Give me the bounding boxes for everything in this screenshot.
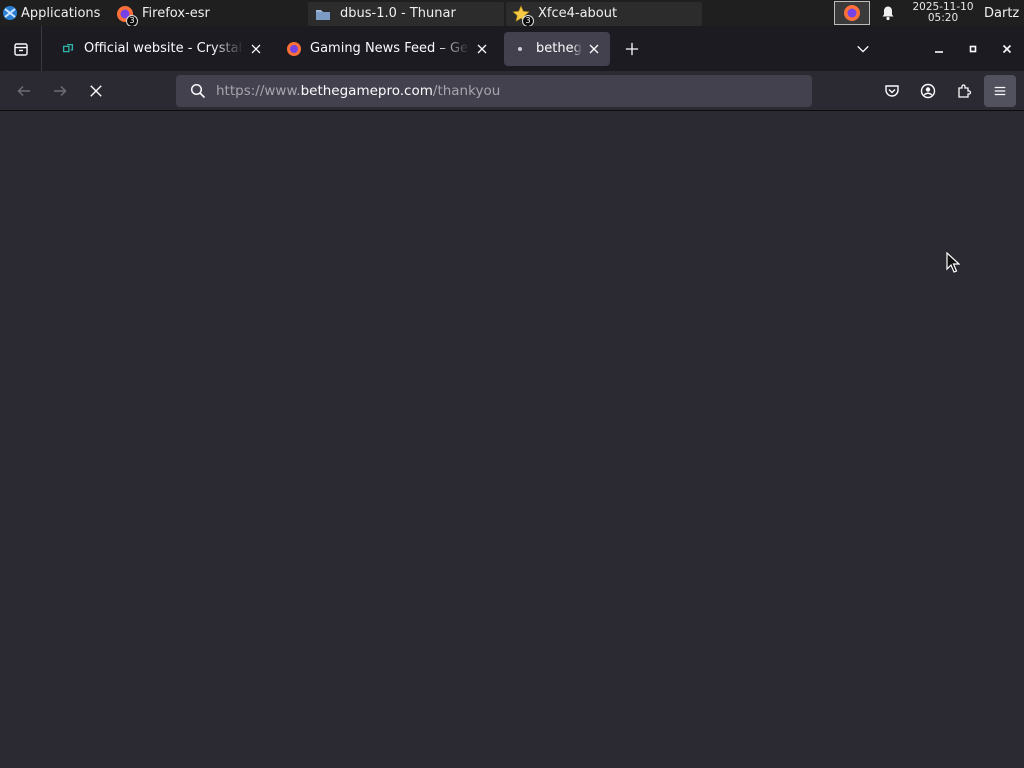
taskbar-item-label: Xfce4-about [538, 6, 618, 21]
firefox-icon [844, 5, 860, 21]
url-path: /thankyou [432, 83, 501, 99]
firefox-icon: 3 [116, 5, 138, 26]
clock-time: 05:20 [927, 12, 959, 24]
account-button[interactable] [912, 75, 944, 107]
mouse-cursor-icon [946, 252, 960, 273]
puzzle-icon [958, 84, 972, 98]
tab-title: Gaming News Feed – Get [310, 41, 470, 56]
minimize-button[interactable] [922, 32, 956, 66]
close-icon[interactable] [586, 41, 602, 57]
search-icon [190, 83, 206, 99]
clock[interactable]: 2025-11-10 05:20 [908, 2, 978, 24]
star-icon: 3 [512, 4, 534, 26]
url-prefix: https://www. [216, 83, 301, 99]
tab-title: bethegamepro.com [536, 41, 582, 56]
forward-button[interactable] [44, 75, 76, 107]
crystal-favicon [60, 41, 76, 57]
back-button[interactable] [8, 75, 40, 107]
applications-label: Applications [21, 5, 101, 21]
firefox-view-button[interactable] [0, 26, 42, 71]
plus-icon [625, 42, 639, 55]
tab-official-website[interactable]: Official website - Crystal [52, 32, 272, 66]
url-text[interactable]: https://www.bethegamepro.com/thankyou [216, 83, 500, 99]
account-icon [920, 83, 936, 99]
tab-gaming-news[interactable]: Gaming News Feed – Get [278, 32, 498, 66]
maximize-button[interactable] [956, 32, 990, 66]
tray-firefox-button[interactable] [834, 1, 870, 25]
close-icon[interactable] [248, 41, 264, 57]
firefox-view-icon [13, 42, 28, 56]
pocket-icon [885, 85, 899, 97]
hamburger-icon [994, 86, 1006, 96]
applications-menu[interactable]: Applications [0, 0, 110, 26]
window-count-badge: 3 [522, 14, 534, 26]
close-icon [1002, 44, 1012, 53]
toolbar-right [872, 75, 1016, 107]
address-bar[interactable]: https://www.bethegamepro.com/thankyou [176, 75, 812, 107]
close-icon[interactable] [474, 41, 490, 57]
pocket-button[interactable] [876, 75, 908, 107]
stop-button[interactable] [80, 75, 112, 107]
new-tab-button[interactable] [616, 33, 648, 65]
list-all-tabs-button[interactable] [846, 32, 880, 66]
navigation-toolbar: https://www.bethegamepro.com/thankyou [0, 71, 1024, 111]
page-content[interactable] [0, 111, 1024, 768]
tab-strip: Official website - Crystal Gaming News F… [0, 26, 1024, 71]
tab-bethegamepro[interactable]: bethegamepro.com [504, 31, 610, 66]
app-menu-button[interactable] [984, 75, 1016, 107]
arrow-left-icon [17, 85, 30, 96]
minimize-icon [935, 50, 943, 53]
close-window-button[interactable] [990, 32, 1024, 66]
folder-icon [314, 5, 332, 23]
arrow-right-icon [54, 85, 67, 96]
stop-icon [90, 84, 102, 97]
tab-title: Official website - Crystal [84, 41, 243, 56]
taskbar-item-firefox[interactable]: 3 Firefox-esr [110, 1, 306, 26]
url-domain: bethegamepro.com [300, 83, 433, 99]
window-count-badge: 3 [126, 14, 138, 26]
bell-icon[interactable] [880, 5, 896, 21]
maximize-icon [969, 45, 977, 52]
top-panel: Applications 3 Firefox-esr dbus-1.0 - Th… [0, 0, 1024, 26]
taskbar-item-thunar[interactable]: dbus-1.0 - Thunar [308, 1, 504, 26]
loading-dot-icon [512, 41, 528, 57]
extensions-button[interactable] [948, 75, 980, 107]
xfce-logo-icon [3, 6, 17, 20]
taskbar-item-label: dbus-1.0 - Thunar [340, 6, 456, 21]
user-menu[interactable]: Dartz [984, 6, 1024, 21]
firefox-favicon [286, 41, 302, 57]
chevron-down-icon [857, 45, 869, 53]
taskbar-item-xfce4-about[interactable]: 3 Xfce4-about [506, 1, 702, 26]
taskbar-item-label: Firefox-esr [142, 6, 210, 21]
